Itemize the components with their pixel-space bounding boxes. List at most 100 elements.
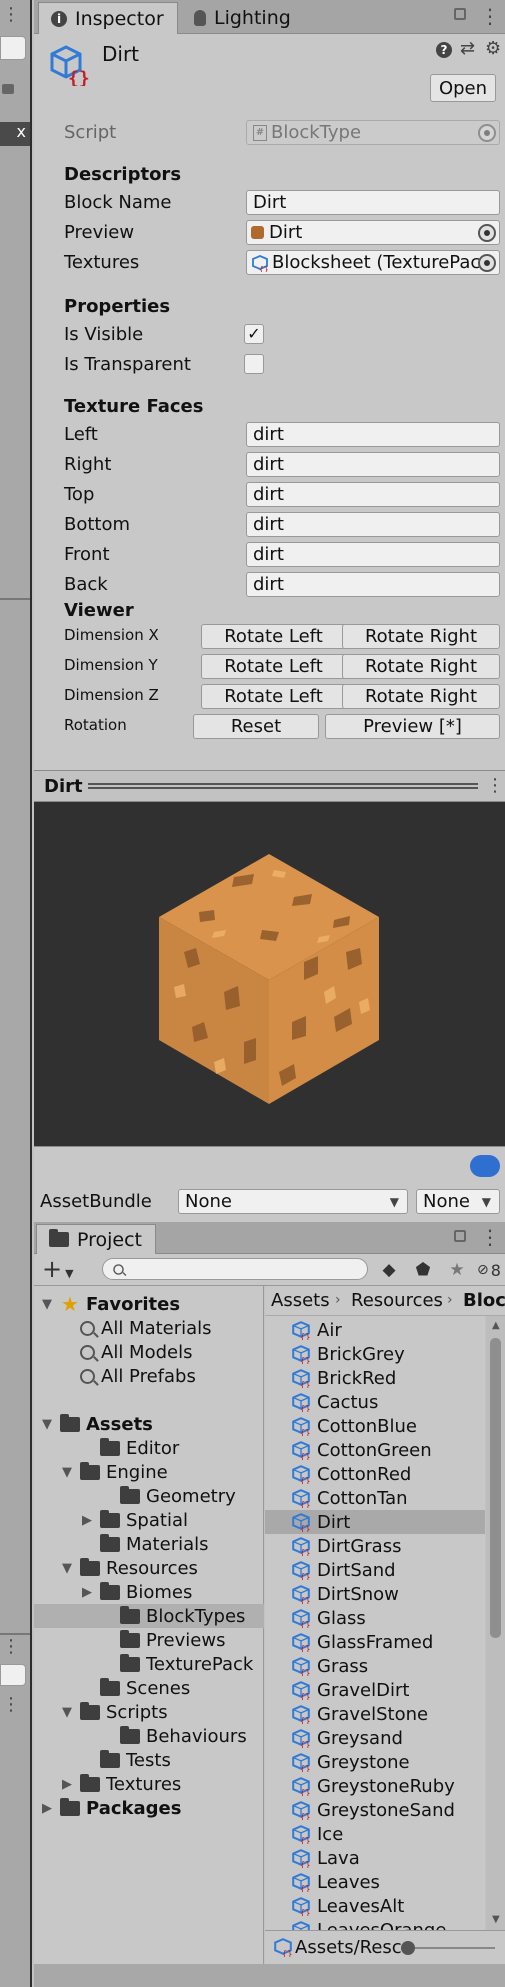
scrollbar-thumb[interactable] xyxy=(490,1338,501,1638)
expanded-arrow-icon[interactable]: ▼ xyxy=(60,1465,74,1480)
expanded-arrow-icon[interactable]: ▼ xyxy=(60,1561,74,1576)
tree-item[interactable]: All Materials xyxy=(60,1316,212,1340)
tree-item[interactable]: ▼ Assets xyxy=(40,1412,153,1436)
tree-item[interactable]: ▼ ★ Favorites xyxy=(40,1292,180,1316)
face-input-right[interactable]: dirt xyxy=(246,452,500,477)
left-field[interactable] xyxy=(0,36,26,60)
is-transparent-checkbox[interactable] xyxy=(244,354,264,374)
is-visible-checkbox[interactable]: ✓ xyxy=(244,324,264,344)
breadcrumb-item-current[interactable]: Bloc xyxy=(463,1290,505,1311)
dimension-z-rotate-right-button[interactable]: Rotate Right xyxy=(342,684,500,709)
dimension-x-rotate-right-button[interactable]: Rotate Right xyxy=(342,624,500,649)
tree-item[interactable]: Geometry xyxy=(100,1484,236,1508)
favorite-star-icon[interactable]: ★ xyxy=(442,1255,472,1285)
more-icon[interactable]: ⋮ xyxy=(2,1694,20,1715)
asset-list-item[interactable]: {} Cactus xyxy=(291,1390,378,1414)
collapsed-arrow-icon[interactable]: ▶ xyxy=(80,1513,94,1528)
tab-project[interactable]: Project xyxy=(36,1224,156,1254)
block-name-input[interactable]: Dirt xyxy=(246,190,500,215)
tree-item[interactable]: TexturePack xyxy=(100,1652,253,1676)
asset-list-item[interactable]: {} DirtGrass xyxy=(291,1534,401,1558)
preview-refresh-button[interactable]: Preview [*] xyxy=(325,714,500,739)
face-input-back[interactable]: dirt xyxy=(246,572,500,597)
collapsed-arrow-icon[interactable]: ▶ xyxy=(40,1801,54,1816)
left-field[interactable] xyxy=(0,1664,26,1686)
asset-list-item[interactable]: {} Air xyxy=(291,1318,342,1342)
scroll-down-icon[interactable]: ▼ xyxy=(492,1914,500,1925)
asset-list-item[interactable]: {} GreystoneSand xyxy=(291,1798,455,1822)
expanded-arrow-icon[interactable]: ▼ xyxy=(40,1297,54,1312)
more-icon[interactable]: ⋮ xyxy=(2,4,20,25)
asset-list-scrollbar[interactable]: ▲ ▼ xyxy=(486,1316,505,1930)
breadcrumb-item-assets[interactable]: Assets xyxy=(271,1290,330,1311)
object-picker-icon[interactable] xyxy=(478,254,496,272)
collapsed-arrow-icon[interactable]: ▶ xyxy=(60,1777,74,1792)
label-tag-icon[interactable] xyxy=(470,1155,500,1177)
tree-item[interactable]: Previews xyxy=(100,1628,225,1652)
face-input-top[interactable]: dirt xyxy=(246,482,500,507)
search-by-label-icon[interactable]: ⬟ xyxy=(408,1255,438,1285)
asset-list-item[interactable]: {} LeavesAlt xyxy=(291,1894,404,1918)
tree-item[interactable]: Tests xyxy=(80,1748,171,1772)
asset-list-item[interactable]: {} Greysand xyxy=(291,1726,403,1750)
help-icon[interactable]: ? xyxy=(436,42,452,58)
preview-viewport[interactable] xyxy=(34,802,505,1146)
face-input-front[interactable]: dirt xyxy=(246,542,500,567)
tree-item[interactable]: ▶ Biomes xyxy=(80,1580,192,1604)
dimension-y-rotate-left-button[interactable]: Rotate Left xyxy=(201,654,346,679)
tree-item[interactable]: Editor xyxy=(80,1436,179,1460)
asset-list-item[interactable]: {} GreystoneRuby xyxy=(291,1774,455,1798)
tab-lighting[interactable]: Lighting xyxy=(182,2,332,34)
scroll-up-icon[interactable]: ▲ xyxy=(492,1320,500,1331)
lock-icon[interactable] xyxy=(454,8,466,20)
asset-list-item[interactable]: {} GlassFramed xyxy=(291,1630,433,1654)
search-by-type-icon[interactable]: ◆ xyxy=(374,1255,404,1285)
collapsed-arrow-icon[interactable]: ▶ xyxy=(80,1585,94,1600)
tree-item[interactable]: Scenes xyxy=(80,1676,190,1700)
tree-item[interactable]: Behaviours xyxy=(100,1724,247,1748)
asset-list-item[interactable]: {} Leaves xyxy=(291,1870,380,1894)
tree-item[interactable]: ▶ Packages xyxy=(40,1796,181,1820)
close-icon[interactable]: x xyxy=(0,122,30,146)
more-icon[interactable]: ⋮ xyxy=(486,775,504,796)
asset-list-item[interactable]: {} Grass xyxy=(291,1654,368,1678)
object-picker-icon[interactable] xyxy=(478,224,496,242)
asset-list-item[interactable]: {} DirtSnow xyxy=(291,1582,399,1606)
icon-size-slider-handle[interactable] xyxy=(401,1941,415,1955)
open-button[interactable]: Open xyxy=(430,74,496,102)
tree-item[interactable]: ▶ Spatial xyxy=(80,1508,188,1532)
asset-list-item[interactable]: {} DirtSand xyxy=(291,1558,396,1582)
tree-item[interactable]: All Models xyxy=(60,1340,192,1364)
preview-object-field[interactable]: Dirt xyxy=(246,220,500,245)
tree-item[interactable]: ▼ Engine xyxy=(60,1460,168,1484)
asset-list-item[interactable]: {} BrickGrey xyxy=(291,1342,405,1366)
more-icon[interactable]: ⋮ xyxy=(480,4,500,28)
dimension-x-rotate-left-button[interactable]: Rotate Left xyxy=(201,624,346,649)
asset-list-item[interactable]: {} Lava xyxy=(291,1846,360,1870)
assetbundle-variant-dropdown[interactable]: None ▼ xyxy=(416,1189,500,1214)
assetbundle-name-dropdown[interactable]: None ▼ xyxy=(178,1189,408,1214)
asset-list-item[interactable]: {} GravelDirt xyxy=(291,1678,409,1702)
breadcrumb-item-resources[interactable]: Resources xyxy=(351,1290,443,1311)
asset-list-item[interactable]: {} Glass xyxy=(291,1606,366,1630)
more-icon[interactable]: ⋮ xyxy=(480,1225,500,1249)
tree-item[interactable]: ▼ Scripts xyxy=(60,1700,168,1724)
asset-list-item[interactable]: {} BrickRed xyxy=(291,1366,396,1390)
more-icon[interactable]: ⋮ xyxy=(2,1636,20,1657)
reset-button[interactable]: Reset xyxy=(193,714,319,739)
asset-list-item[interactable]: {} GravelStone xyxy=(291,1702,428,1726)
lock-icon[interactable] xyxy=(454,1230,466,1242)
drag-handle[interactable] xyxy=(88,783,478,789)
gear-icon[interactable]: ⚙ xyxy=(485,38,501,59)
expanded-arrow-icon[interactable]: ▼ xyxy=(40,1417,54,1432)
project-search-input[interactable] xyxy=(102,1258,368,1280)
face-input-left[interactable]: dirt xyxy=(246,422,500,447)
icon-size-slider[interactable] xyxy=(405,1947,495,1949)
dimension-y-rotate-right-button[interactable]: Rotate Right xyxy=(342,654,500,679)
tree-item[interactable]: Materials xyxy=(80,1532,209,1556)
tree-item[interactable]: ▶ Textures xyxy=(60,1772,181,1796)
asset-list-item[interactable]: {} Ice xyxy=(291,1822,343,1846)
asset-list-item[interactable]: {} Dirt xyxy=(291,1510,350,1534)
tree-item[interactable]: ▼ Resources xyxy=(60,1556,198,1580)
asset-list-item[interactable]: {} CottonRed xyxy=(291,1462,411,1486)
